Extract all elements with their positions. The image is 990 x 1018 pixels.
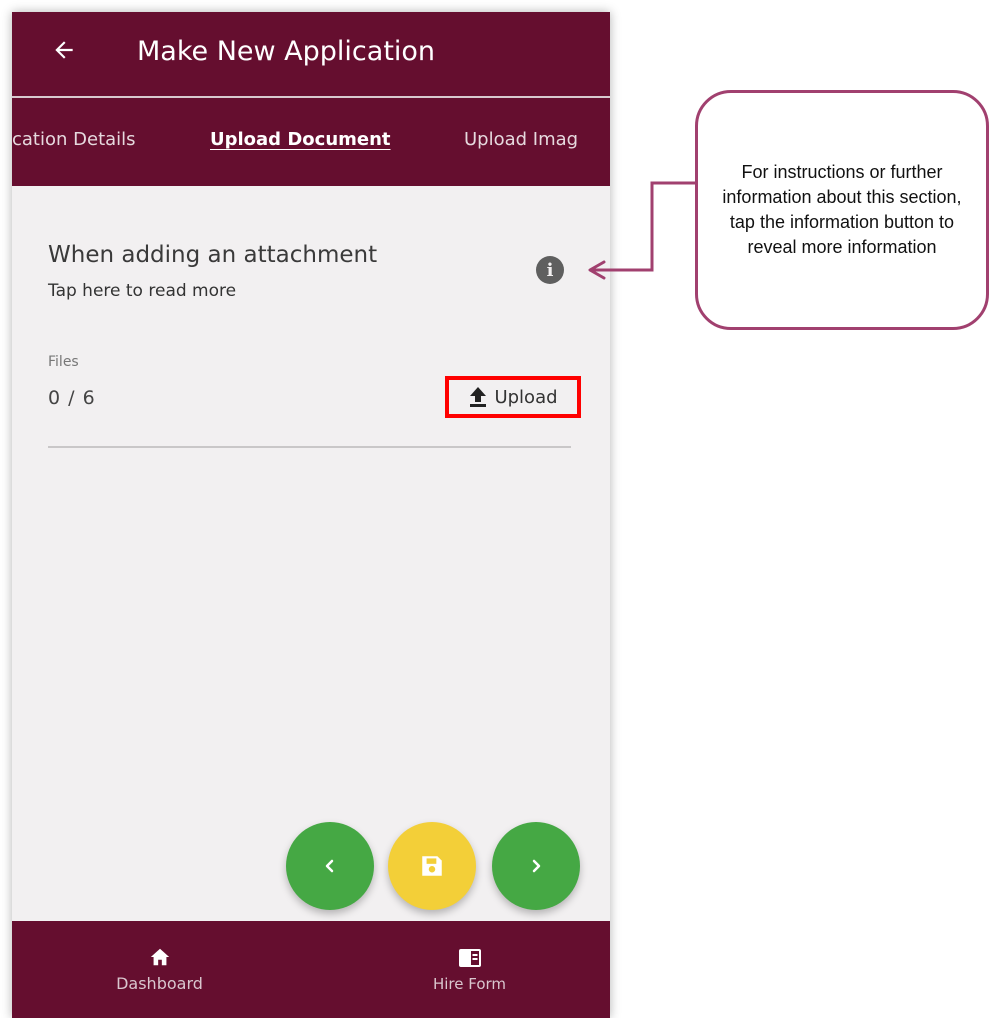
save-button[interactable] [388,822,476,910]
back-button[interactable] [44,30,84,70]
callout-text: For instructions or further information … [722,162,962,257]
floppy-disk-icon [422,856,442,876]
tab-bar: cation Details Upload Document Upload Im… [12,96,610,186]
page-title: Make New Application [137,36,436,67]
main-content: When adding an attachment Tap here to re… [12,186,610,921]
tab-upload-document[interactable]: Upload Document [210,128,391,152]
nav-dashboard-label: Dashboard [116,974,203,993]
instruction-callout: For instructions or further information … [695,90,989,330]
info-icon: i [546,259,554,281]
arrow-left-icon [55,41,73,59]
section-heading[interactable]: When adding an attachment [48,242,377,268]
tab-application-details[interactable]: cation Details [12,128,136,152]
upload-icon [470,387,487,407]
tab-upload-images[interactable]: Upload Imag [464,128,578,152]
phone-screen: Make New Application cation Details Uplo… [12,12,610,1018]
chevron-right-icon [532,859,541,873]
home-icon [150,948,169,966]
files-label: Files [48,354,79,370]
bottom-navigation: Dashboard Hire Form [12,921,610,1018]
nav-hire-form[interactable]: Hire Form [382,921,557,1018]
upload-button[interactable]: Upload [445,376,581,418]
previous-button[interactable] [286,822,374,910]
nav-hire-form-label: Hire Form [432,974,507,993]
form-icon [458,948,481,967]
files-count: 0 / 6 [48,387,96,409]
info-button[interactable]: i [536,256,564,284]
next-button[interactable] [492,822,580,910]
section-subheading[interactable]: Tap here to read more [48,281,236,301]
files-divider [48,446,571,448]
chevron-left-icon [325,859,334,873]
upload-label: Upload [494,386,558,408]
app-bar: Make New Application [12,12,610,96]
nav-dashboard[interactable]: Dashboard [72,921,247,1018]
